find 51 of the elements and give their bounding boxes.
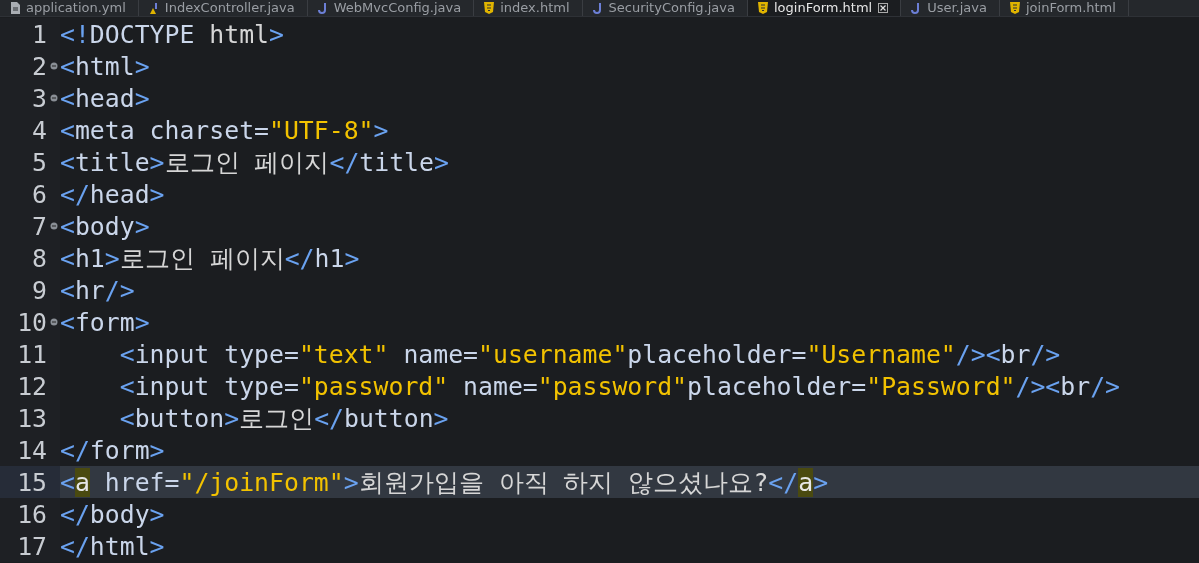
fold-icon[interactable] — [49, 62, 58, 70]
file-tab[interactable]: application.yml — [0, 0, 139, 16]
code-line: <a href="/joinForm">회원가입을 아직 하지 않으셨나요?</a> — [60, 466, 829, 499]
line-number: 14 — [16, 435, 47, 465]
code-line: <input type="password" name="password"placeholder="Password"/><br/> — [119, 371, 1120, 401]
java-file-icon — [317, 2, 328, 14]
code-line: <title>로그인 페이지</title> — [60, 146, 449, 179]
code-line: <!DOCTYPE html> — [60, 19, 284, 49]
file-tab[interactable]: IndexController.java — [138, 0, 308, 16]
file-tab[interactable]: joinForm.html — [1000, 0, 1129, 16]
java-file-icon — [592, 2, 603, 14]
line-number: 5 — [31, 147, 47, 177]
line-number: 1 — [31, 19, 47, 49]
line-number: 3 — [31, 83, 47, 113]
code-line: <form> — [60, 307, 150, 337]
file-tab[interactable]: loginForm.html — [748, 0, 902, 16]
line-number: 9 — [31, 275, 47, 305]
code-line: <html> — [60, 51, 150, 81]
line-number: 13 — [16, 403, 47, 433]
line-number: 7 — [31, 211, 47, 241]
line-number: 8 — [31, 243, 47, 273]
fold-icon[interactable] — [49, 318, 58, 326]
line-number: 12 — [16, 371, 47, 401]
line-number: 4 — [31, 115, 47, 145]
line-number: 6 — [31, 179, 47, 209]
line-number: 17 — [16, 531, 47, 561]
line-number: 11 — [16, 339, 47, 369]
code-line: </body> — [60, 499, 165, 529]
file-tab[interactable]: WebMvcConfig.java — [307, 0, 475, 16]
file-tab[interactable]: User.java — [901, 0, 1000, 16]
fold-icon[interactable] — [49, 94, 58, 102]
line-number: 10 — [16, 307, 47, 337]
line-number: 15 — [16, 467, 47, 497]
code-line: </form> — [60, 435, 165, 465]
code-line: <meta charset="UTF-8"> — [60, 115, 389, 145]
java-file-icon — [911, 2, 922, 14]
code-line: <h1>로그인 페이지</h1> — [60, 242, 360, 275]
code-line: </html> — [60, 531, 165, 561]
line-number: 16 — [16, 499, 47, 529]
html-file-icon — [758, 2, 768, 14]
java-warning-icon — [148, 2, 159, 14]
file-tab[interactable]: index.html — [474, 0, 583, 16]
line-number: 2 — [31, 51, 47, 81]
code-line: </head> — [60, 179, 165, 209]
close-icon[interactable] — [878, 3, 889, 13]
code-line: <input type="text" name="username"placeholder="Username"/><br/> — [119, 339, 1061, 369]
code-line: <button>로그인</button> — [119, 402, 449, 435]
code-line: <body> — [60, 211, 150, 241]
fold-icon[interactable] — [49, 222, 58, 230]
code-line: <head> — [60, 83, 150, 113]
code-line: <hr/> — [60, 275, 135, 305]
